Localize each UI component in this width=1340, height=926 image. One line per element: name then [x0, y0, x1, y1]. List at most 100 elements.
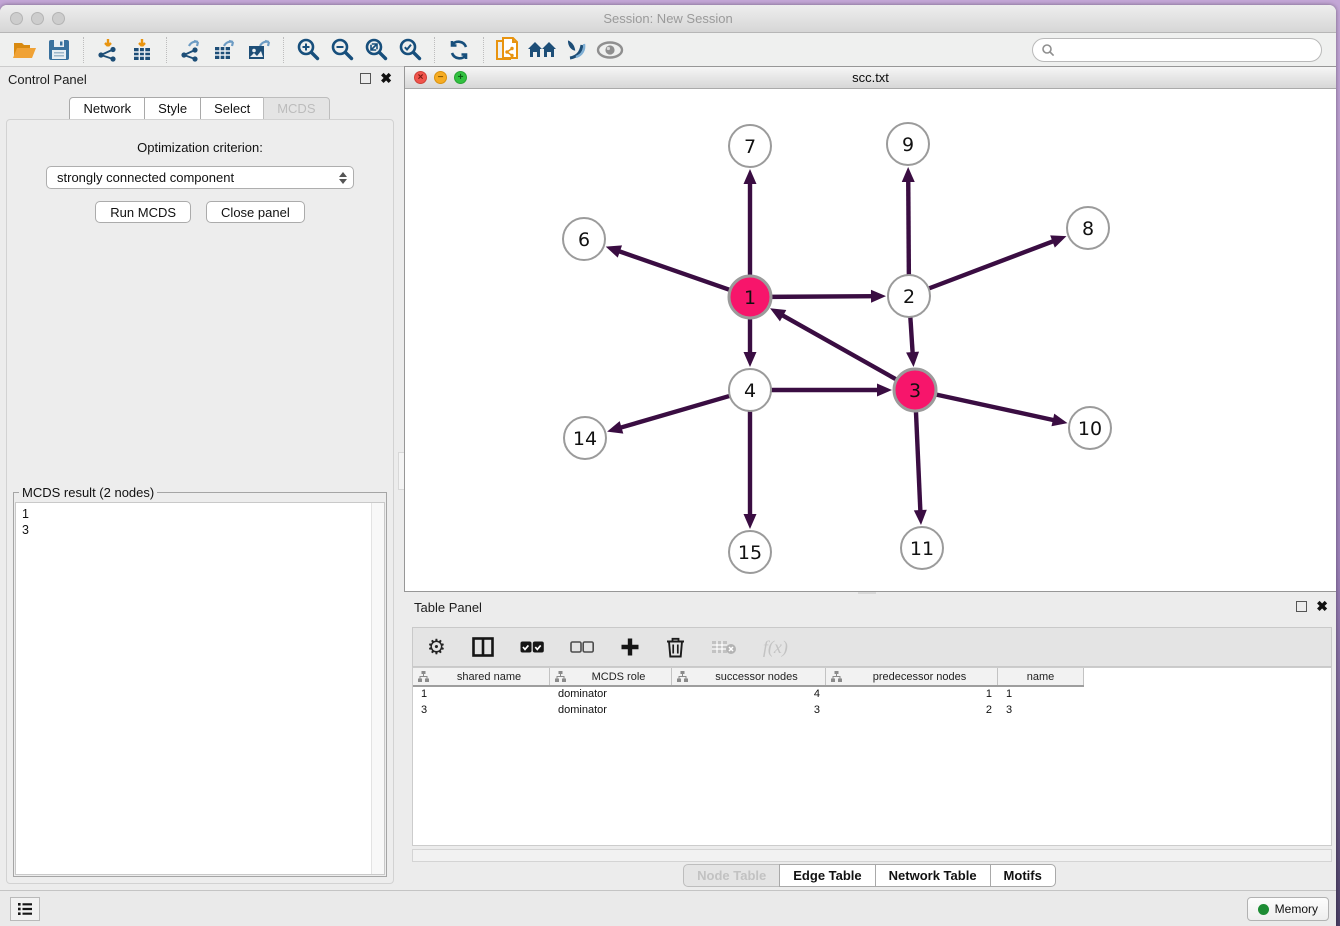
network-graph-canvas[interactable]: 7968124314101511: [405, 89, 1336, 591]
add-column-button[interactable]: [620, 637, 640, 657]
table-settings-button[interactable]: ⚙: [427, 635, 446, 660]
deselect-all-columns-button[interactable]: [570, 641, 594, 653]
trash-icon: [666, 637, 685, 658]
memory-label: Memory: [1275, 902, 1318, 916]
plus-icon: [620, 637, 640, 657]
birds-eye-view-button[interactable]: [593, 35, 627, 65]
tab-network[interactable]: Network: [69, 97, 145, 120]
sitemap-icon: [555, 671, 566, 682]
mcds-result-textarea[interactable]: 13: [15, 502, 385, 875]
cell-successor-nodes[interactable]: 4: [672, 687, 826, 703]
cell-predecessor-nodes[interactable]: 2: [826, 703, 998, 719]
zoom-in-button[interactable]: [291, 35, 325, 65]
cell-predecessor-nodes[interactable]: 1: [826, 687, 998, 703]
float-table-panel-icon[interactable]: [1296, 601, 1307, 612]
cell-name[interactable]: 3: [998, 703, 1084, 719]
show-panels-button[interactable]: [525, 35, 559, 65]
cell-MCDS-role[interactable]: dominator: [550, 687, 672, 703]
edge-3-11[interactable]: [916, 409, 921, 512]
apply-layout-button[interactable]: [442, 35, 476, 65]
edge-1-6[interactable]: [618, 251, 732, 291]
close-table-panel-icon[interactable]: ✖: [1316, 600, 1328, 612]
edge-4-14[interactable]: [620, 395, 732, 428]
arrowhead-1-4: [744, 352, 757, 367]
delete-column-button[interactable]: [666, 637, 685, 658]
search-box[interactable]: [1032, 38, 1322, 62]
cell-name[interactable]: 1: [998, 687, 1084, 703]
memory-button[interactable]: Memory: [1247, 897, 1329, 921]
zoom-fit-button[interactable]: [359, 35, 393, 65]
tab-edge-table[interactable]: Edge Table: [779, 864, 875, 887]
column-header-name[interactable]: name: [998, 668, 1084, 685]
column-view-button[interactable]: [472, 637, 494, 657]
home-panels-icon: [527, 39, 557, 61]
table-row[interactable]: 3dominator323: [413, 703, 1331, 719]
cell-shared-name[interactable]: 3: [413, 703, 550, 719]
export-table-button[interactable]: [208, 35, 242, 65]
cell-shared-name[interactable]: 1: [413, 687, 550, 703]
function-builder-button[interactable]: f(x): [763, 637, 788, 658]
tab-motifs[interactable]: Motifs: [990, 864, 1056, 887]
table-horizontal-scrollbar[interactable]: [412, 849, 1332, 862]
tab-node-table[interactable]: Node Table: [683, 864, 780, 887]
column-header-label: name: [998, 671, 1083, 683]
optimization-criterion-select[interactable]: strongly connected component: [46, 166, 354, 189]
control-panel: Control Panel ✖ NetworkStyleSelectMCDS O…: [0, 67, 400, 890]
edge-3-1[interactable]: [781, 315, 898, 381]
edge-2-8[interactable]: [927, 241, 1055, 289]
zoom-out-icon: [330, 37, 355, 62]
cell-successor-nodes[interactable]: 3: [672, 703, 826, 719]
toolbar-separator: [483, 37, 484, 63]
open-file-button[interactable]: [8, 35, 42, 65]
network-window-titlebar: × − + scc.txt: [405, 67, 1336, 89]
arrowhead-2-9: [902, 167, 915, 182]
node-label-3: 3: [909, 380, 921, 402]
import-network-button[interactable]: [91, 35, 125, 65]
table-row[interactable]: 1dominator411: [413, 687, 1331, 703]
close-panel-button[interactable]: Close panel: [206, 201, 305, 223]
export-image-button[interactable]: [242, 35, 276, 65]
clone-network-button[interactable]: [491, 35, 525, 65]
tab-mcds[interactable]: MCDS: [263, 97, 329, 120]
network-window-title: scc.txt: [405, 67, 1336, 88]
sitemap-icon: [677, 671, 688, 682]
column-header-shared-name[interactable]: shared name: [413, 668, 550, 685]
run-mcds-button[interactable]: Run MCDS: [95, 201, 191, 223]
zoom-selected-button[interactable]: [393, 35, 427, 65]
import-table-button[interactable]: [125, 35, 159, 65]
column-header-MCDS-role[interactable]: MCDS role: [550, 668, 672, 685]
delete-table-button[interactable]: [711, 639, 737, 655]
arrowhead-3-10: [1051, 414, 1067, 427]
tab-network-table[interactable]: Network Table: [875, 864, 991, 887]
tab-select[interactable]: Select: [200, 97, 264, 120]
node-table[interactable]: shared nameMCDS rolesuccessor nodesprede…: [412, 667, 1332, 846]
dropdown-stepper-icon: [339, 172, 347, 184]
task-history-button[interactable]: [10, 897, 40, 921]
export-network-button[interactable]: [174, 35, 208, 65]
deselect-all-icon: [570, 641, 594, 653]
edge-1-2[interactable]: [769, 296, 873, 297]
edge-2-3[interactable]: [910, 315, 912, 354]
save-session-button[interactable]: [42, 35, 76, 65]
result-scrollbar[interactable]: [371, 503, 384, 874]
toolbar-separator: [83, 37, 84, 63]
zoom-out-button[interactable]: [325, 35, 359, 65]
node-label-6: 6: [578, 229, 590, 251]
tab-style[interactable]: Style: [144, 97, 201, 120]
arrowhead-2-8: [1050, 235, 1066, 247]
select-all-columns-button[interactable]: [520, 641, 544, 653]
mcds-panel: Optimization criterion: strongly connect…: [6, 119, 394, 884]
search-icon: [1041, 43, 1055, 57]
search-input[interactable]: [1055, 40, 1321, 60]
edge-3-10[interactable]: [934, 394, 1055, 420]
result-node-id: 1: [22, 506, 378, 522]
node-label-14: 14: [573, 428, 597, 450]
float-panel-icon[interactable]: [360, 73, 371, 84]
column-header-predecessor-nodes[interactable]: predecessor nodes: [826, 668, 998, 685]
graphics-details-button[interactable]: [559, 35, 593, 65]
close-panel-icon[interactable]: ✖: [380, 72, 392, 84]
edge-2-9[interactable]: [908, 180, 909, 277]
column-header-successor-nodes[interactable]: successor nodes: [672, 668, 826, 685]
list-icon: [17, 902, 33, 916]
cell-MCDS-role[interactable]: dominator: [550, 703, 672, 719]
